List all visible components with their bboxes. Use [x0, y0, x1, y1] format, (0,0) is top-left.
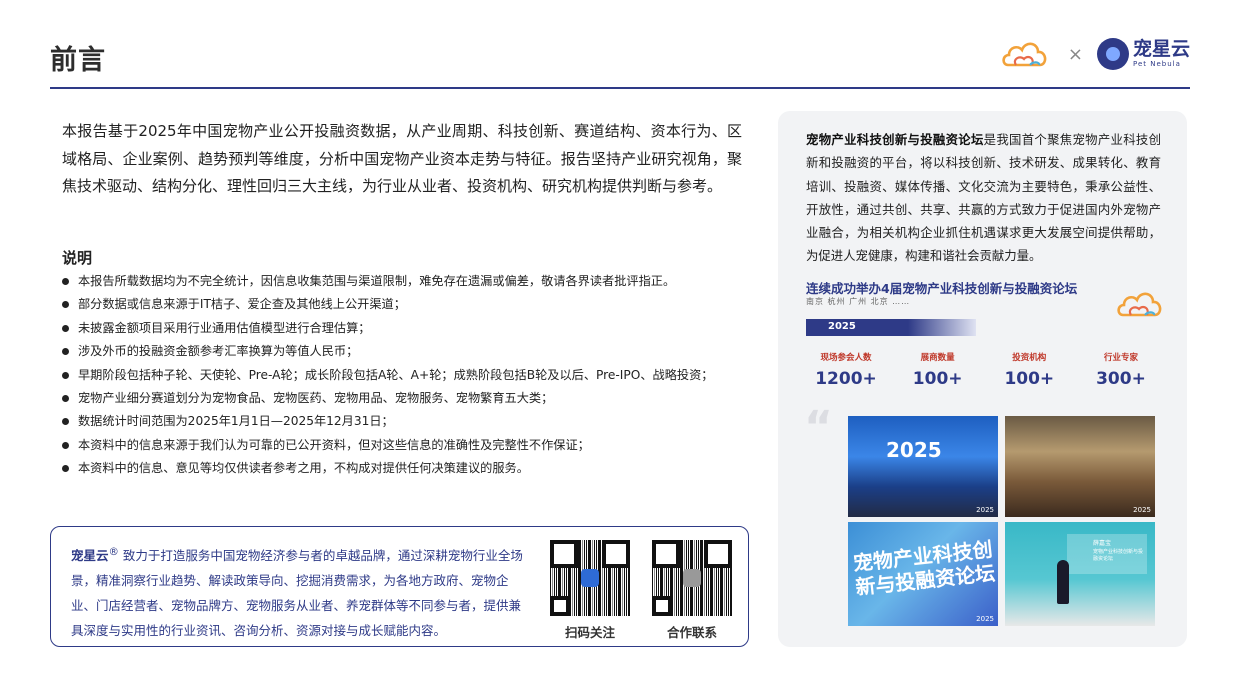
stat-label: 展商数量 [920, 353, 955, 363]
stat-exhibitors: 展商数量 100+ [898, 351, 978, 389]
planet-icon [1096, 38, 1129, 70]
speaker-role: 宠物产业科技创新与投融资论坛 [1093, 549, 1144, 562]
note-item: 未披露金额项目采用行业通用估值模型进行合理估算； [62, 317, 762, 340]
brand-name: 宠星云 [1132, 38, 1190, 60]
forum-series-title: 连续成功举办4届宠物产业科技创新与投融资论坛 [806, 281, 1078, 296]
note-item: 部分数据或信息来源于IT桔子、爱企查及其他线上公开渠道； [62, 293, 762, 316]
forum-photo-audience: 2025 [1005, 416, 1155, 517]
stat-label: 行业专家 [1103, 353, 1138, 363]
qr-follow-label: 扫码关注 [564, 625, 615, 640]
cloud-logo-icon [1117, 292, 1162, 317]
brand-subtitle: Pet Nebula [1132, 60, 1181, 68]
pet-nebula-logo: 宠星云 Pet Nebula [1096, 38, 1190, 70]
quote-icon: “ [804, 402, 833, 453]
brand-intro-box: 宠星云® 致力于打造服务中国宠物经济参与者的卓越品牌，通过深耕宠物行业全场景，精… [50, 526, 749, 647]
speaker-name: 薛嘉宝 [1093, 540, 1112, 547]
cloud-logo-icon [1002, 42, 1047, 67]
note-item: 数据统计时间范围为2025年1月1日—2025年12月31日； [62, 410, 762, 433]
qr-contact-label: 合作联系 [666, 625, 717, 640]
header-logos: × 宠星云 Pet Nebula [1000, 36, 1190, 72]
photo-stage-year: 2025 [886, 438, 942, 462]
stat-experts: 行业专家 300+ [1081, 351, 1161, 389]
stat-label: 投资机构 [1012, 353, 1047, 363]
forum-description: 宠物产业科技创新与投融资论坛是我国首个聚焦宠物产业科技创新和投融资的平台，将以科… [806, 128, 1161, 268]
registered-mark: ® [108, 546, 119, 558]
page-title: 前言 [50, 45, 106, 76]
stat-attendees: 现场参会人数 1200+ [806, 351, 886, 389]
forum-photo-stage: 2025 2025 [848, 416, 998, 517]
speaker-figure-icon [1057, 560, 1069, 604]
brand-description: 宠星云® 致力于打造服务中国宠物经济参与者的卓越品牌，通过深耕宠物行业全场景，精… [71, 540, 531, 643]
photo-tag: 2025 [976, 506, 994, 514]
note-item: 涉及外币的投融资金额参考汇率换算为等值人民币； [62, 340, 762, 363]
qr-code-contact-icon[interactable] [652, 540, 732, 616]
stat-label: 现场参会人数 [820, 353, 872, 363]
forum-cities: 南京 杭州 广州 北京 …… [806, 297, 911, 306]
forum-panel: 宠物产业科技创新与投融资论坛是我国首个聚焦宠物产业科技创新和投融资的平台，将以科… [778, 111, 1187, 647]
year-bar: 2025 [806, 319, 976, 336]
photo-tag: 2025 [1133, 506, 1151, 514]
forum-stats: 现场参会人数 1200+ 展商数量 100+ 投资机构 100+ 行业专家 30… [806, 351, 1161, 389]
note-item: 宠物产业细分赛道划分为宠物食品、宠物医药、宠物用品、宠物服务、宠物繁育五大类； [62, 387, 762, 410]
year-label: 2025 [828, 321, 856, 332]
note-item: 本资料中的信息来源于我们认为可靠的已公开资料，但对这些信息的准确性及完整性不作保… [62, 434, 762, 457]
notes-heading: 说明 [62, 249, 93, 267]
speaker-screen: 薛嘉宝 宠物产业科技创新与投融资论坛 [1067, 534, 1147, 574]
photo-tag: 2025 [976, 615, 994, 623]
photo-banner-text: 宠物产业科技创新与投融资论坛 [851, 537, 997, 600]
forum-photo-speaker: 薛嘉宝 宠物产业科技创新与投融资论坛 [1005, 522, 1155, 626]
brand-description-name: 宠星云 [71, 548, 109, 564]
forum-photo-banner: 宠物产业科技创新与投融资论坛 2025 [848, 522, 998, 626]
intro-paragraph: 本报告基于2025年中国宠物产业公开投融资数据，从产业周期、科技创新、赛道结构、… [62, 122, 742, 195]
brand-description-text: 致力于打造服务中国宠物经济参与者的卓越品牌，通过深耕宠物行业全场景，精准洞察行业… [71, 548, 523, 639]
note-item: 本资料中的信息、意见等均仅供读者参考之用，不构成对提供任何决策建议的服务。 [62, 457, 762, 480]
stat-investors: 投资机构 100+ [989, 351, 1069, 389]
note-item: 早期阶段包括种子轮、天使轮、Pre-A轮；成长阶段包括A轮、A+轮；成熟阶段包括… [62, 364, 762, 387]
times-separator: × [1067, 43, 1083, 65]
forum-name: 宠物产业科技创新与投融资论坛 [806, 132, 984, 147]
stat-value: 100+ [912, 369, 963, 389]
note-item: 本报告所载数据均为不完全统计，因信息收集范围与渠道限制，难免存在遗漏或偏差，敬请… [62, 270, 762, 293]
forum-description-text: 是我国首个聚焦宠物产业科技创新和投融资的平台，将以科技创新、技术研发、成果转化、… [806, 132, 1162, 264]
header-divider [50, 87, 1190, 89]
qr-code-follow-icon[interactable] [550, 540, 630, 616]
stat-value: 100+ [1004, 369, 1055, 389]
stat-value: 300+ [1096, 369, 1146, 389]
qr-contact[interactable]: 合作联系 [652, 540, 732, 641]
qr-follow[interactable]: 扫码关注 [550, 540, 630, 641]
notes-list: 本报告所载数据均为不完全统计，因信息收集范围与渠道限制，难免存在遗漏或偏差，敬请… [62, 270, 762, 481]
stat-value: 1200+ [815, 369, 877, 389]
